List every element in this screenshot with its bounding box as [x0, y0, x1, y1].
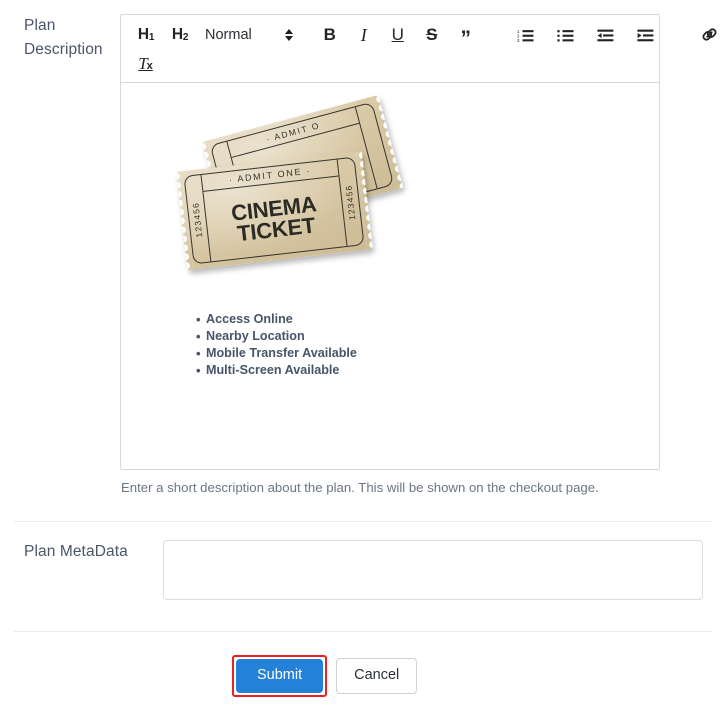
italic-button[interactable]: I [353, 22, 375, 48]
clear-formatting-sub: x [146, 60, 153, 72]
heading-1-button[interactable]: H1 [135, 22, 157, 48]
underline-button[interactable]: U [387, 22, 409, 48]
plan-form-page: Plan Description H1 H2 Normal B I U S ” … [0, 0, 726, 716]
list-item: Multi-Screen Available [196, 362, 643, 379]
heading-2-sub: 2 [182, 31, 189, 43]
heading-1-sub: 1 [148, 31, 155, 43]
heading-1-label: H [137, 26, 149, 43]
list-item: Access Online [196, 311, 643, 328]
feature-list: Access Online Nearby Location Mobile Tra… [137, 311, 643, 379]
ticket-front-center: · ADMIT ONE · CINEMA TICKET [200, 159, 348, 262]
ticket-front-title: CINEMA TICKET [203, 176, 346, 261]
plan-metadata-label: Plan MetaData [24, 543, 128, 560]
plan-metadata-textarea[interactable] [163, 540, 703, 600]
link-button[interactable] [699, 22, 721, 48]
list-item: Nearby Location [196, 328, 643, 345]
submit-button-highlight: Submit [232, 655, 328, 697]
link-icon [701, 27, 718, 43]
quote-label: ” [460, 27, 471, 50]
ordered-list-icon: 1 2 3 [517, 28, 534, 43]
underline-label: U [391, 25, 404, 44]
editor-toolbar: H1 H2 Normal B I U S ” 1 2 3 T x [121, 15, 717, 83]
indent-button[interactable] [635, 22, 657, 48]
plan-description-row: Plan Description H1 H2 Normal B I U S ” … [0, 14, 726, 497]
editor-toolbar-row-2: Tx [135, 51, 651, 77]
outdent-icon [597, 28, 614, 43]
section-divider-bottom [14, 631, 712, 632]
cancel-button[interactable]: Cancel [336, 658, 418, 694]
indent-icon [637, 28, 654, 43]
editor-toolbar-row-1: H1 H2 Normal B I U S ” 1 2 3 [135, 22, 717, 49]
list-item: Mobile Transfer Available [196, 345, 643, 362]
chevron-updown-icon [284, 28, 293, 42]
text-style-value: Normal [205, 27, 252, 43]
plan-description-field: H1 H2 Normal B I U S ” 1 2 3 T x · ADMIT… [120, 14, 717, 497]
strikethrough-button[interactable]: S [421, 22, 443, 48]
plan-metadata-row: Plan MetaData [0, 540, 726, 600]
submit-button[interactable]: Submit [236, 659, 324, 693]
ticket-title-line-2: TICKET [235, 212, 317, 247]
form-footer: Submit Cancel [0, 655, 726, 697]
heading-2-button[interactable]: H2 [169, 22, 191, 48]
ticket-front-inner: 123456 · ADMIT ONE · CINEMA TICKET 12345… [183, 156, 365, 265]
clear-formatting-button[interactable]: Tx [135, 51, 157, 77]
section-divider-top [14, 521, 712, 522]
italic-label: I [360, 24, 367, 45]
plan-description-label: Plan Description [24, 17, 103, 58]
rich-text-editor: H1 H2 Normal B I U S ” 1 2 3 T x · ADMIT… [120, 14, 717, 470]
heading-2-label: H [171, 26, 183, 43]
svg-text:3: 3 [517, 38, 520, 43]
bullet-list-button[interactable] [555, 22, 577, 48]
bold-label: B [323, 25, 336, 44]
bullet-list-icon [557, 28, 574, 43]
plan-description-help-text: Enter a short description about the plan… [121, 480, 599, 495]
blockquote-button[interactable]: ” [455, 26, 477, 52]
ordered-list-button[interactable]: 1 2 3 [515, 22, 537, 48]
bold-button[interactable]: B [319, 22, 341, 48]
editor-content-area[interactable]: 12 · ADMIT O [121, 83, 659, 469]
strikethrough-label: S [426, 25, 438, 44]
text-style-dropdown[interactable]: Normal [205, 22, 293, 48]
outdent-button[interactable] [595, 22, 617, 48]
ticket-front: 123456 · ADMIT ONE · CINEMA TICKET 12345… [175, 150, 373, 271]
cinema-ticket-image[interactable]: 12 · ADMIT O [175, 95, 403, 275]
